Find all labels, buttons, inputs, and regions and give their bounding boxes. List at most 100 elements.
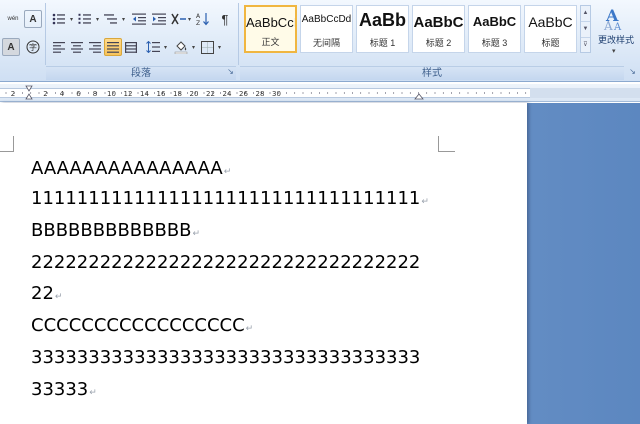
first-line-indent-marker[interactable] xyxy=(25,85,33,92)
show-hide-marks-button[interactable]: ¶ xyxy=(216,10,234,28)
style-tile[interactable]: AaBbCcI 正文 xyxy=(244,5,297,53)
character-shading-button[interactable]: A xyxy=(2,38,20,56)
paragraph-mark: ↵ xyxy=(89,388,97,398)
document-line[interactable]: 22↵ xyxy=(31,283,62,304)
margin-corner-mark xyxy=(0,136,14,152)
decrease-indent-icon xyxy=(132,13,146,25)
ruler-number: 26 xyxy=(239,90,248,98)
gallery-scroll-up[interactable]: ▲ xyxy=(581,6,590,22)
style-tile[interactable]: AaBbC 标题 2 xyxy=(412,5,465,53)
sort-button[interactable]: A Z xyxy=(194,10,212,28)
ruler-number: 22 xyxy=(206,90,215,98)
svg-text:Z: Z xyxy=(196,20,200,26)
style-tile[interactable]: AaBbC 标题 xyxy=(524,5,577,53)
ruler-number: 6 xyxy=(76,90,81,98)
document-workspace: AAAAAAAAAAAAAAA↵ 111111111111111111111111… xyxy=(0,103,640,424)
shading-dropdown-arrow[interactable]: ▾ xyxy=(190,38,197,56)
svg-text:A: A xyxy=(613,22,622,32)
horizontal-ruler[interactable]: 2 2 4 6 8 10 12 14 16 18 20 22 24 26 28 30 xyxy=(0,84,640,102)
bullets-button[interactable] xyxy=(50,10,68,28)
numbering-dropdown-arrow[interactable]: ▾ xyxy=(94,10,101,28)
style-sample-text: AaBb xyxy=(358,10,406,30)
align-left-button[interactable] xyxy=(50,38,68,56)
ruler-number: 10 xyxy=(107,90,116,98)
multilevel-dropdown-arrow[interactable]: ▾ xyxy=(120,10,127,28)
character-border-icon: A xyxy=(29,13,37,25)
style-sample-text: AaBbCcDd xyxy=(301,14,352,25)
borders-button[interactable] xyxy=(198,38,216,56)
multilevel-list-icon xyxy=(104,14,117,24)
multilevel-list-button[interactable] xyxy=(102,10,120,28)
style-sample-text: AaBbC xyxy=(413,14,464,31)
style-sample-text: AaBbC xyxy=(528,14,573,30)
align-center-icon xyxy=(71,41,83,53)
line-spacing-dropdown-arrow[interactable]: ▾ xyxy=(162,38,169,56)
line-spacing-icon xyxy=(146,41,160,53)
style-tile[interactable]: AaBbCcDd 无间隔 xyxy=(300,5,353,53)
ruler-number: 14 xyxy=(140,90,149,98)
paragraph-group-label: 段落 xyxy=(46,66,236,80)
document-line[interactable]: AAAAAAAAAAAAAAA↵ xyxy=(31,158,231,179)
line-spacing-button[interactable] xyxy=(144,38,162,56)
document-line[interactable]: BBBBBBBBBBBBB↵ xyxy=(31,220,200,241)
document-line[interactable]: 3333333333333333333333333333333333 xyxy=(31,347,420,368)
numbering-icon xyxy=(78,13,91,24)
line-text: BBBBBBBBBBBBB xyxy=(31,220,192,241)
gallery-scroll-down[interactable]: ▼ xyxy=(581,22,590,38)
chinese-layout-dropdown-arrow[interactable]: ▾ xyxy=(186,10,193,28)
styles-gallery-scroll[interactable]: ▲ ▼ ⊽ xyxy=(580,5,591,53)
align-right-icon xyxy=(89,41,101,53)
gallery-more-button[interactable]: ⊽ xyxy=(581,38,590,54)
styles-dialog-launcher[interactable]: ↘ xyxy=(628,68,637,77)
phonetic-guide-icon: wén xyxy=(7,16,18,23)
paragraph-mark: ↵ xyxy=(192,229,201,239)
bullets-dropdown-arrow[interactable]: ▾ xyxy=(68,10,75,28)
borders-icon xyxy=(200,40,214,54)
character-border-button[interactable]: A xyxy=(24,10,42,28)
paragraph-mark: ↵ xyxy=(54,292,63,302)
numbering-button[interactable] xyxy=(76,10,94,28)
styles-group-label: 样式 xyxy=(240,66,624,80)
document-line[interactable]: CCCCCCCCCCCCCCCCC↵ xyxy=(31,315,253,336)
ruler-number: 2 xyxy=(11,90,15,98)
ruler-number: 18 xyxy=(173,90,182,98)
svg-text:A: A xyxy=(603,19,613,32)
borders-dropdown-arrow[interactable]: ▾ xyxy=(216,38,223,56)
shading-button[interactable] xyxy=(172,38,190,56)
line-text: CCCCCCCCCCCCCCCCC xyxy=(31,315,245,336)
style-tile[interactable]: AaBbC 标题 3 xyxy=(468,5,521,53)
phonetic-glyph: wén xyxy=(7,15,19,22)
ruler-number: 4 xyxy=(60,90,65,98)
svg-text:字: 字 xyxy=(29,42,37,52)
paragraph-mark: ↵ xyxy=(421,197,429,207)
align-right-button[interactable] xyxy=(86,38,104,56)
style-name: 标题 2 xyxy=(425,38,452,48)
line-text: 22 xyxy=(31,283,54,304)
paragraph-dialog-launcher[interactable]: ↘ xyxy=(226,68,235,77)
document-line[interactable]: 33333↵ xyxy=(31,379,97,400)
decrease-indent-button[interactable] xyxy=(130,10,148,28)
phonetic-guide-button[interactable]: wén xyxy=(4,10,22,28)
increase-indent-icon xyxy=(152,13,166,25)
style-name: 标题 1 xyxy=(369,38,396,48)
document-page[interactable]: AAAAAAAAAAAAAAA↵ 111111111111111111111111… xyxy=(0,103,527,424)
ruler-ticks: 2 2 4 6 8 10 12 14 16 18 20 22 24 26 28 30 xyxy=(5,85,640,100)
hanging-indent-marker[interactable] xyxy=(25,93,33,100)
right-indent-marker[interactable] xyxy=(414,93,424,100)
line-text: 1111111111111111111111111111111111 xyxy=(31,188,421,209)
increase-indent-button[interactable] xyxy=(150,10,168,28)
distributed-button[interactable] xyxy=(122,38,140,56)
ruler-number: 20 xyxy=(190,90,199,98)
style-tile[interactable]: AaBb 标题 1 xyxy=(356,5,409,53)
document-line[interactable]: 2222222222222222222222222222222222 xyxy=(31,252,420,273)
justify-button[interactable] xyxy=(104,38,122,56)
ruler-number: 12 xyxy=(124,90,133,98)
style-name: 无间隔 xyxy=(312,38,340,48)
style-sample-text: AaBbCcI xyxy=(246,15,295,30)
enclose-characters-button[interactable]: 字 xyxy=(24,38,42,56)
align-center-button[interactable] xyxy=(68,38,86,56)
document-line[interactable]: 1111111111111111111111111111111111↵ xyxy=(31,188,429,209)
ruler-number: 2 xyxy=(43,90,47,98)
ruler-number: 8 xyxy=(93,90,97,98)
paragraph-mark: ↵ xyxy=(245,324,254,334)
